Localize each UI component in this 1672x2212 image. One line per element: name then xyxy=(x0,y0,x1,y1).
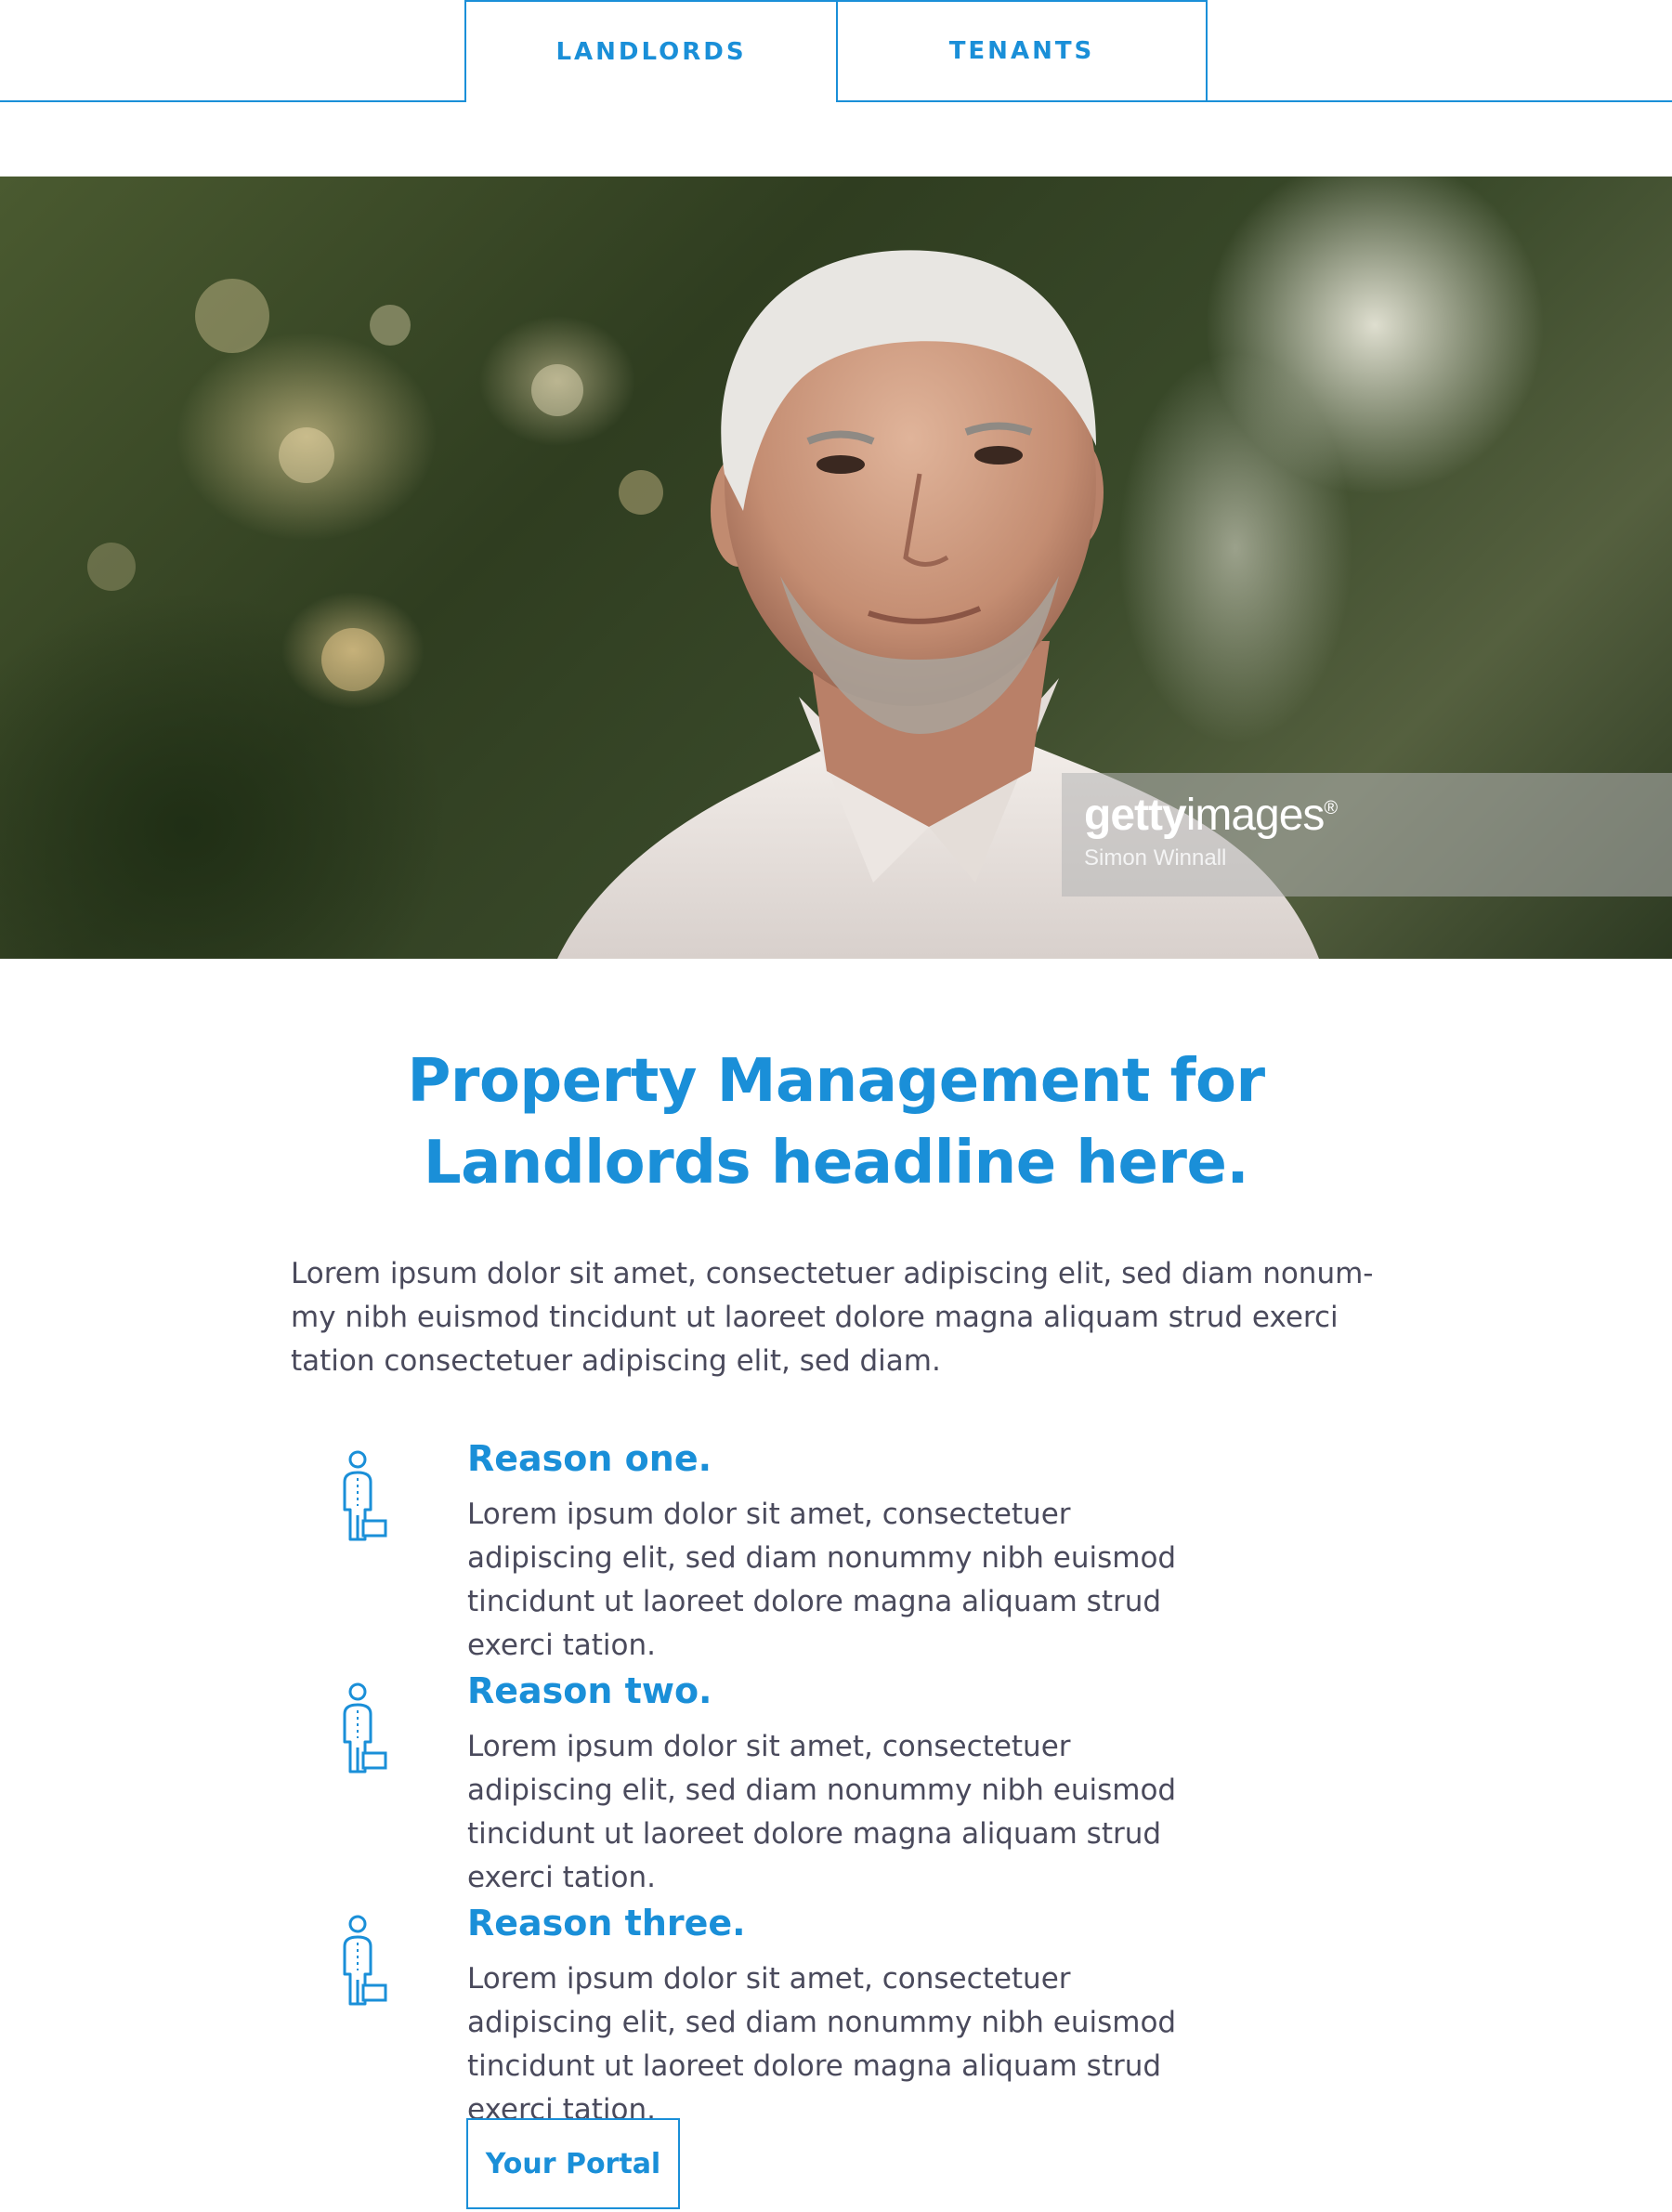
your-portal-button[interactable]: Your Portal xyxy=(466,2118,680,2209)
reason-body: Lorem ipsum dolor sit amet, consectetuer… xyxy=(467,1498,1177,1662)
tab-bar-divider xyxy=(0,100,1672,102)
reason-item-3: Reason three. Lorem ipsum dolor sit amet… xyxy=(291,1900,1220,2127)
reason-body: Lorem ipsum dolor sit amet, consectetuer… xyxy=(467,1962,1177,2127)
reason-title: Reason one. xyxy=(467,1438,712,1479)
reason-body: Lorem ipsum dolor sit amet, consectetuer… xyxy=(467,1730,1177,1894)
tab-landlords[interactable]: LANDLORDS xyxy=(464,0,836,102)
businessman-icon xyxy=(343,1682,387,1774)
getty-images-logo: gettyimages® xyxy=(1084,791,1338,840)
businessman-icon xyxy=(343,1450,387,1541)
reason-item-2: Reason two. Lorem ipsum dolor sit amet, … xyxy=(291,1668,1220,1894)
page-headline: Property Management for Landlords headli… xyxy=(407,1047,1265,1198)
intro-paragraph: Lorem ipsum dolor sit amet, consectetuer… xyxy=(291,1257,1374,1378)
getty-images-watermark: gettyimages® Simon Winnall xyxy=(1062,773,1672,897)
tab-bar: LANDLORDS TENANTS xyxy=(0,0,1672,102)
hero-image: gettyimages® Simon Winnall xyxy=(0,177,1672,959)
reason-item-1: Reason one. Lorem ipsum dolor sit amet, … xyxy=(291,1435,1220,1662)
businessman-icon xyxy=(343,1915,387,2006)
tab-tenants[interactable]: TENANTS xyxy=(836,0,1208,100)
photo-credit: Simon Winnall xyxy=(1084,845,1227,870)
reason-title: Reason three. xyxy=(467,1903,746,1944)
reason-title: Reason two. xyxy=(467,1670,712,1711)
